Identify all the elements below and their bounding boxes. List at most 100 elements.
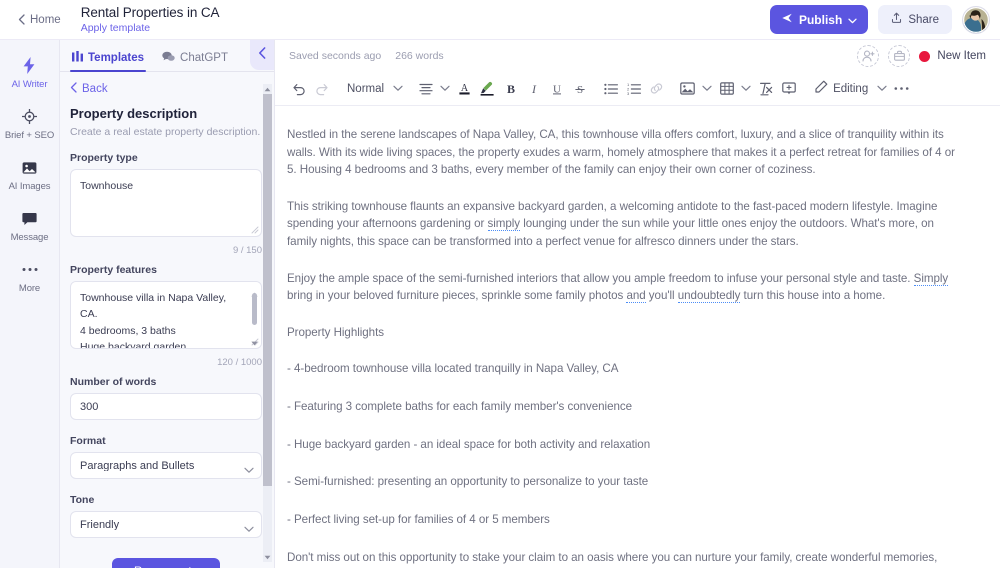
- format-label: Format: [70, 435, 106, 447]
- status-badge: [919, 50, 931, 62]
- features-scrollbar[interactable]: [250, 284, 259, 351]
- template-subtitle: Create a real estate property descriptio…: [70, 126, 261, 138]
- sidebar-item-message[interactable]: Message: [0, 201, 60, 252]
- home-label: Home: [30, 13, 61, 26]
- image-icon: [22, 159, 37, 176]
- highlighter-button[interactable]: [476, 77, 499, 100]
- lightning-bolt-icon: [23, 57, 36, 74]
- save-status: Saved seconds ago: [289, 50, 382, 62]
- back-button[interactable]: Back: [70, 82, 262, 96]
- templates-panel: Templates ChatGPT Back Property descript…: [60, 40, 275, 568]
- top-bar-actions: Publish Share: [769, 5, 990, 34]
- panel-scrollbar[interactable]: [263, 84, 272, 562]
- regenerate-row: Re-generate: [70, 558, 262, 568]
- pencil-icon: [814, 80, 828, 97]
- text-color-button[interactable]: A: [453, 77, 476, 100]
- paragraph[interactable]: This striking townhouse flaunts an expan…: [287, 198, 957, 251]
- svg-text:3: 3: [627, 90, 630, 94]
- home-back-button[interactable]: Home: [12, 10, 67, 30]
- italic-button[interactable]: I: [522, 77, 545, 100]
- sidebar-item-ai-images[interactable]: AI Images: [0, 150, 60, 201]
- undo-button[interactable]: [287, 77, 310, 100]
- paragraph[interactable]: Nestled in the serene landscapes of Napa…: [287, 126, 957, 179]
- redo-button[interactable]: [310, 77, 333, 100]
- chevron-down-icon: [848, 13, 857, 27]
- list-item[interactable]: - Huge backyard garden - an ideal space …: [287, 436, 957, 454]
- panel-scroll-thumb[interactable]: [263, 94, 272, 486]
- paragraph[interactable]: Enjoy the ample space of the semi-furnis…: [287, 270, 957, 305]
- sidebar-item-label: AI Images: [8, 181, 51, 192]
- features-scroll-thumb[interactable]: [252, 293, 257, 325]
- list-item[interactable]: - Perfect living set-up for families of …: [287, 511, 957, 529]
- spellcheck-mark[interactable]: simply: [487, 217, 520, 232]
- paragraph-style-dropdown[interactable]: Normal: [341, 77, 390, 100]
- link-button[interactable]: [645, 77, 668, 100]
- editing-mode-button[interactable]: Editing: [808, 77, 874, 100]
- document-body[interactable]: Nestled in the serene landscapes of Napa…: [287, 126, 957, 568]
- image-chevron[interactable]: [699, 77, 715, 100]
- template-title: Property description: [70, 106, 198, 121]
- paragraph[interactable]: Don't miss out on this opportunity to st…: [287, 549, 957, 568]
- clear-format-button[interactable]: [754, 77, 777, 100]
- tab-templates[interactable]: Templates: [70, 51, 147, 72]
- share-button[interactable]: Share: [878, 5, 952, 34]
- app-root: Home Rental Properties in CA Apply templ…: [0, 0, 1000, 568]
- sidebar-item-more[interactable]: More: [0, 252, 60, 303]
- paragraph-style-label: Normal: [347, 82, 385, 95]
- bullet-list-button[interactable]: [599, 77, 622, 100]
- new-item-button[interactable]: New Item: [919, 50, 986, 62]
- comment-button[interactable]: [777, 77, 800, 100]
- avatar[interactable]: [962, 5, 990, 34]
- align-chevron[interactable]: [437, 77, 453, 100]
- target-icon: [22, 108, 37, 125]
- paragraph[interactable]: Property Highlights: [287, 324, 957, 342]
- panel-tab-strip: Templates ChatGPT: [60, 40, 274, 72]
- tone-label: Tone: [70, 494, 95, 506]
- chevron-left-icon: [258, 46, 266, 64]
- table-button[interactable]: [715, 77, 738, 100]
- property-features-input[interactable]: Townhouse villa in Napa Valley, CA. 4 be…: [70, 281, 262, 349]
- document-canvas[interactable]: Nestled in the serene landscapes of Napa…: [275, 106, 1000, 568]
- left-rail: AI Writer Brief + SEO AI Images Message: [0, 40, 60, 568]
- bold-button[interactable]: B: [499, 77, 522, 100]
- scroll-down-arrow-icon[interactable]: [251, 333, 258, 351]
- collapse-panel-button[interactable]: [250, 40, 274, 70]
- spellcheck-mark[interactable]: and: [626, 289, 646, 304]
- sidebar-item-brief-seo[interactable]: Brief + SEO: [0, 99, 60, 150]
- tab-chatgpt[interactable]: ChatGPT: [160, 51, 230, 71]
- property-type-input[interactable]: Townhouse: [70, 169, 262, 237]
- add-briefcase-icon[interactable]: [888, 45, 911, 67]
- add-person-icon[interactable]: [857, 45, 880, 67]
- ellipsis-icon: [22, 261, 38, 278]
- panel-scroll-down-arrow[interactable]: [263, 552, 272, 562]
- table-chevron[interactable]: [738, 77, 754, 100]
- list-item[interactable]: - 4-bedroom townhouse villa located tran…: [287, 360, 957, 378]
- strikethrough-button[interactable]: S: [568, 77, 591, 100]
- regenerate-button[interactable]: Re-generate: [112, 558, 220, 568]
- image-button[interactable]: [676, 77, 699, 100]
- tone-select[interactable]: Friendly: [70, 511, 262, 538]
- new-item-label: New Item: [937, 50, 986, 62]
- apply-template-link[interactable]: Apply template: [81, 22, 220, 34]
- sidebar-item-ai-writer[interactable]: AI Writer: [0, 48, 60, 99]
- tab-label: ChatGPT: [180, 52, 228, 64]
- editing-mode-chevron[interactable]: [874, 77, 890, 100]
- spellcheck-mark[interactable]: undoubtedly: [677, 289, 740, 304]
- page-title: Rental Properties in CA: [80, 4, 220, 20]
- paragraph-style-chevron[interactable]: [390, 77, 406, 100]
- underline-button[interactable]: U: [545, 77, 568, 100]
- number-of-words-input[interactable]: [70, 393, 262, 420]
- list-item[interactable]: - Featuring 3 complete baths for each fa…: [287, 398, 957, 416]
- panel-content: Back Property description Create a real …: [60, 72, 274, 568]
- publish-button[interactable]: Publish: [769, 5, 869, 34]
- panel-scroll-up-arrow[interactable]: [263, 84, 272, 94]
- numbered-list-button[interactable]: 123: [622, 77, 645, 100]
- list-item[interactable]: - Semi-furnished: presenting an opportun…: [287, 473, 957, 491]
- toolbar-more-button[interactable]: [890, 77, 913, 100]
- spellcheck-mark[interactable]: Simply: [913, 271, 948, 286]
- format-select[interactable]: Paragraphs and Bullets: [70, 452, 262, 479]
- align-button[interactable]: [414, 77, 437, 100]
